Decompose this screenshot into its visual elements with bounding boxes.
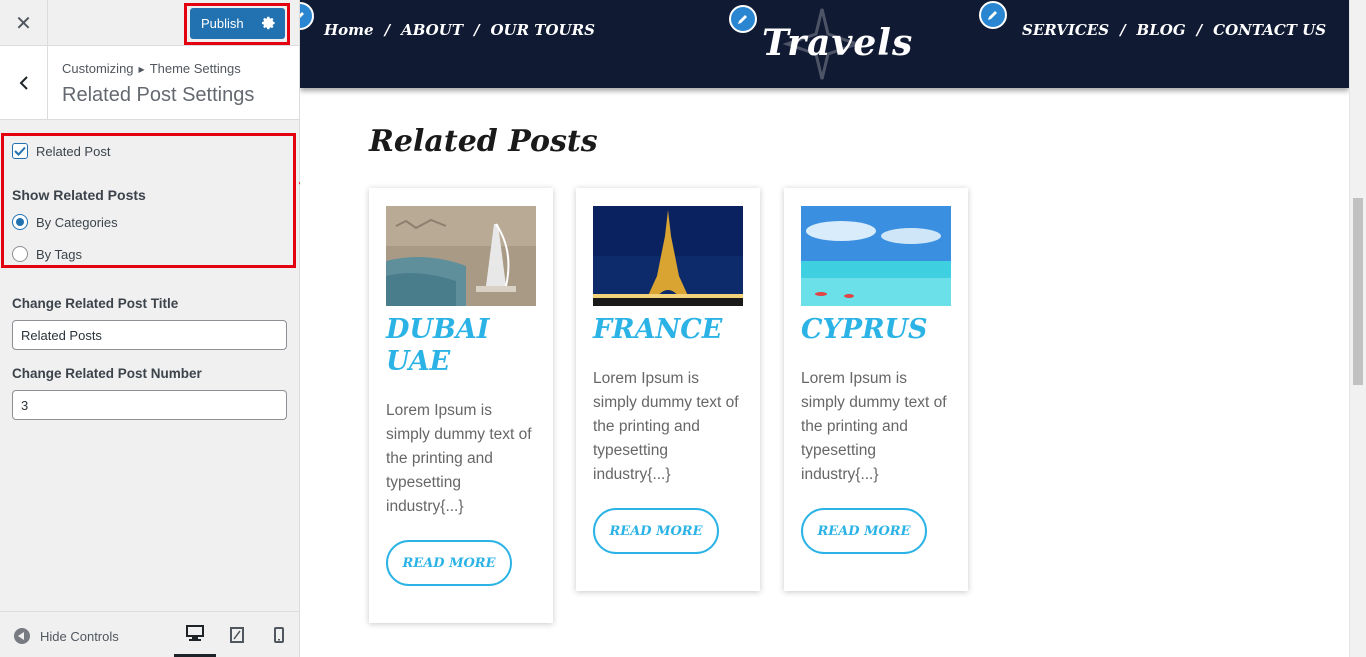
chevron-left-icon	[19, 75, 28, 90]
read-more-button-dubai[interactable]: READ MORE	[386, 540, 512, 586]
nav-link-blog[interactable]: BLOG	[1137, 21, 1186, 39]
site-logo[interactable]: Travels	[762, 22, 913, 64]
nav-link-home[interactable]: Home	[324, 21, 374, 39]
gear-icon[interactable]	[262, 16, 276, 30]
post-title-cyprus[interactable]: CYPRUS	[801, 314, 951, 346]
nav-link-services[interactable]: SERVICES	[1022, 21, 1109, 39]
related-title-input[interactable]	[12, 320, 287, 350]
related-number-input[interactable]	[12, 390, 287, 420]
post-title-line: DUBAI	[386, 314, 490, 345]
post-card-dubai: DUBAI UAE Lorem Ipsum is simply dummy te…	[369, 188, 553, 623]
sidebar-header: ✕ Publish	[0, 0, 299, 46]
breadcrumb-child: Theme Settings	[149, 61, 241, 76]
related-number-field-label: Change Related Post Number	[12, 366, 202, 381]
post-card-france: FRANCE Lorem Ipsum is simply dummy text …	[576, 188, 760, 591]
radio-by-tags-label: By Tags	[36, 246, 83, 262]
nav-separator: /	[1196, 21, 1203, 39]
section-header: Customizing ▶ Theme Settings Related Post …	[0, 46, 299, 120]
eiffel-tower-image	[593, 206, 743, 306]
nav-right: SERVICES / BLOG / CONTACT US	[1022, 21, 1326, 39]
mobile-icon	[274, 627, 284, 643]
pencil-icon	[738, 15, 747, 24]
post-excerpt-france: Lorem Ipsum is simply dummy text of the …	[593, 370, 739, 483]
customizer-window: ✕ Publish Customizing ▶ Theme Settings Rel…	[0, 0, 1366, 657]
pencil-icon	[988, 11, 997, 20]
radio-by-tags-control[interactable]	[12, 246, 28, 262]
nav-link-our-tours[interactable]: OUR TOURS	[490, 21, 594, 39]
related-post-label: Related Post	[36, 143, 111, 159]
breadcrumb: Customizing ▶ Theme Settings	[62, 61, 241, 76]
read-more-button-cyprus[interactable]: READ MORE	[801, 508, 927, 554]
close-icon: ✕	[15, 12, 32, 35]
show-related-posts-label: Show Related Posts	[12, 187, 146, 203]
tablet-icon	[230, 627, 244, 643]
post-title-dubai[interactable]: DUBAI UAE	[386, 314, 536, 378]
edit-menu-left-button[interactable]	[300, 2, 314, 30]
related-posts-heading: Related Posts	[369, 124, 598, 159]
nav-separator: /	[473, 21, 480, 39]
tablet-preview-button[interactable]	[216, 612, 258, 657]
nav-left: Home / ABOUT / OUR TOURS	[324, 21, 595, 39]
desktop-icon	[186, 625, 204, 641]
post-title-france[interactable]: FRANCE	[593, 314, 743, 346]
site-header: Home / ABOUT / OUR TOURS Travels SERVICES /…	[300, 0, 1349, 88]
publish-button[interactable]: Publish	[190, 8, 285, 39]
radio-by-categories[interactable]: By Categories	[12, 214, 118, 230]
nav-separator: /	[384, 21, 391, 39]
post-thumbnail-cyprus[interactable]	[801, 206, 951, 306]
scrollbar-thumb[interactable]	[1353, 198, 1363, 385]
related-title-field-label: Change Related Post Title	[12, 296, 179, 311]
post-thumbnail-france[interactable]	[593, 206, 743, 306]
hide-controls-label: Hide Controls	[40, 628, 119, 644]
desktop-preview-button[interactable]	[174, 612, 216, 657]
back-button[interactable]	[0, 46, 48, 119]
close-button[interactable]: ✕	[0, 0, 48, 46]
hide-controls-button[interactable]: Hide Controls	[14, 628, 119, 644]
collapse-arrow-icon	[14, 628, 30, 644]
publish-label: Publish	[201, 16, 244, 31]
site-preview: Home / ABOUT / OUR TOURS Travels SERVICES /…	[300, 0, 1349, 657]
pencil-icon	[300, 12, 304, 18]
edit-menu-right-button[interactable]	[979, 1, 1007, 29]
preview-scrollbar[interactable]	[1349, 0, 1366, 657]
edit-logo-button[interactable]	[729, 5, 757, 33]
radio-by-categories-label: By Categories	[36, 214, 118, 230]
post-excerpt-dubai: Lorem Ipsum is simply dummy text of the …	[386, 402, 532, 515]
radio-by-tags[interactable]: By Tags	[12, 246, 82, 262]
nav-link-about[interactable]: ABOUT	[401, 21, 463, 39]
breadcrumb-separator-icon: ▶	[138, 65, 145, 74]
sidebar-footer: Hide Controls	[0, 611, 299, 657]
checkmark-icon	[14, 146, 26, 156]
mobile-preview-button[interactable]	[258, 612, 300, 657]
post-card-cyprus: CYPRUS Lorem Ipsum is simply dummy text …	[784, 188, 968, 591]
nav-separator: /	[1120, 21, 1126, 39]
section-title: Related Post Settings	[62, 84, 255, 106]
post-thumbnail-dubai[interactable]	[386, 206, 536, 306]
breadcrumb-parent: Customizing	[62, 61, 134, 76]
radio-by-categories-control[interactable]	[12, 214, 28, 230]
related-post-checkbox-row[interactable]: Related Post	[12, 143, 110, 159]
post-excerpt-cyprus: Lorem Ipsum is simply dummy text of the …	[801, 370, 947, 483]
nav-link-contact-us[interactable]: CONTACT US	[1213, 21, 1326, 39]
dubai-image	[386, 206, 536, 306]
read-more-button-france[interactable]: READ MORE	[593, 508, 719, 554]
post-title-line: UAE	[386, 346, 451, 377]
customizer-sidebar: ✕ Publish Customizing ▶ Theme Settings Rel…	[0, 0, 300, 657]
beach-image	[801, 206, 951, 306]
related-post-checkbox[interactable]	[12, 143, 28, 159]
